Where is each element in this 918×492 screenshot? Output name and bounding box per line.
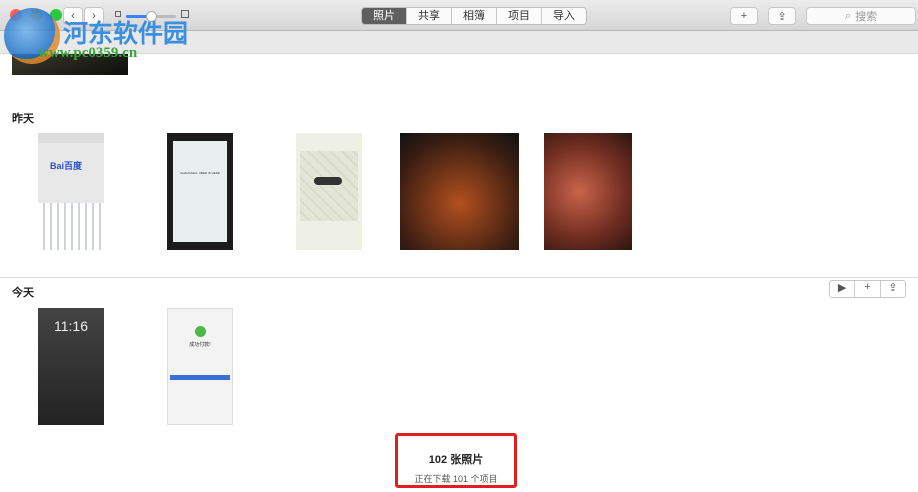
zoom-button[interactable] bbox=[50, 9, 62, 21]
photo-thumbnail[interactable] bbox=[544, 133, 632, 250]
tab-shared[interactable]: 共享 bbox=[406, 8, 451, 24]
share-icon: ⇪ bbox=[888, 282, 898, 294]
minimize-button[interactable] bbox=[30, 9, 42, 21]
search-icon: ⌕ bbox=[844, 9, 852, 22]
search-input[interactable]: ⌕ 搜索 bbox=[806, 7, 916, 25]
photo-thumbnail[interactable]: Bai百度 bbox=[38, 133, 104, 250]
download-status: 102 张照片 正在下载 101 个项目 bbox=[395, 433, 517, 488]
forward-button[interactable]: › bbox=[84, 7, 104, 25]
plus-icon: + bbox=[864, 281, 871, 293]
back-button[interactable]: ‹ bbox=[63, 7, 83, 25]
view-tabs: 照片 共享 相簿 项目 导入 bbox=[361, 7, 587, 25]
add-button[interactable]: + bbox=[730, 7, 758, 25]
share-button[interactable]: ⇪ bbox=[768, 7, 796, 25]
small-thumb-icon bbox=[115, 11, 121, 17]
top-strip bbox=[0, 31, 918, 54]
section-title-today: 今天 bbox=[12, 287, 34, 299]
photo-thumbnail[interactable]: CHANGSHA, UBER IS HERE bbox=[167, 133, 233, 250]
zoom-slider[interactable] bbox=[126, 11, 176, 22]
photo-thumbnail[interactable] bbox=[12, 54, 128, 75]
chevron-right-icon: › bbox=[92, 10, 96, 22]
photo-thumbnail[interactable] bbox=[400, 133, 519, 250]
share-icon: ⇪ bbox=[777, 10, 787, 23]
tab-albums[interactable]: 相簿 bbox=[451, 8, 496, 24]
section-divider bbox=[0, 277, 918, 278]
section-actions: ▶ + ⇪ bbox=[829, 280, 906, 298]
toolbar: ‹ › 照片 共享 相簿 项目 导入 + ⇪ ⌕ 搜索 bbox=[0, 0, 918, 31]
check-icon bbox=[195, 326, 206, 337]
section-share-button[interactable]: ⇪ bbox=[881, 281, 905, 297]
play-button[interactable]: ▶ bbox=[830, 281, 856, 297]
section-title-yesterday: 昨天 bbox=[12, 113, 34, 125]
close-button[interactable] bbox=[10, 9, 22, 21]
photo-count: 102 张照片 bbox=[428, 454, 484, 466]
photo-thumbnail[interactable]: 11:16 bbox=[38, 308, 104, 425]
tab-import[interactable]: 导入 bbox=[541, 8, 586, 24]
play-icon: ▶ bbox=[837, 282, 847, 294]
tab-photos[interactable]: 照片 bbox=[362, 8, 406, 24]
large-thumb-icon bbox=[181, 10, 189, 18]
chevron-left-icon: ‹ bbox=[71, 10, 75, 22]
photo-thumbnail[interactable] bbox=[296, 133, 362, 250]
photo-thumbnail[interactable]: 成功付款! bbox=[167, 308, 233, 425]
add-to-button[interactable]: + bbox=[855, 281, 881, 297]
tab-projects[interactable]: 项目 bbox=[496, 8, 541, 24]
download-progress-text: 正在下载 101 个项目 bbox=[414, 474, 498, 484]
